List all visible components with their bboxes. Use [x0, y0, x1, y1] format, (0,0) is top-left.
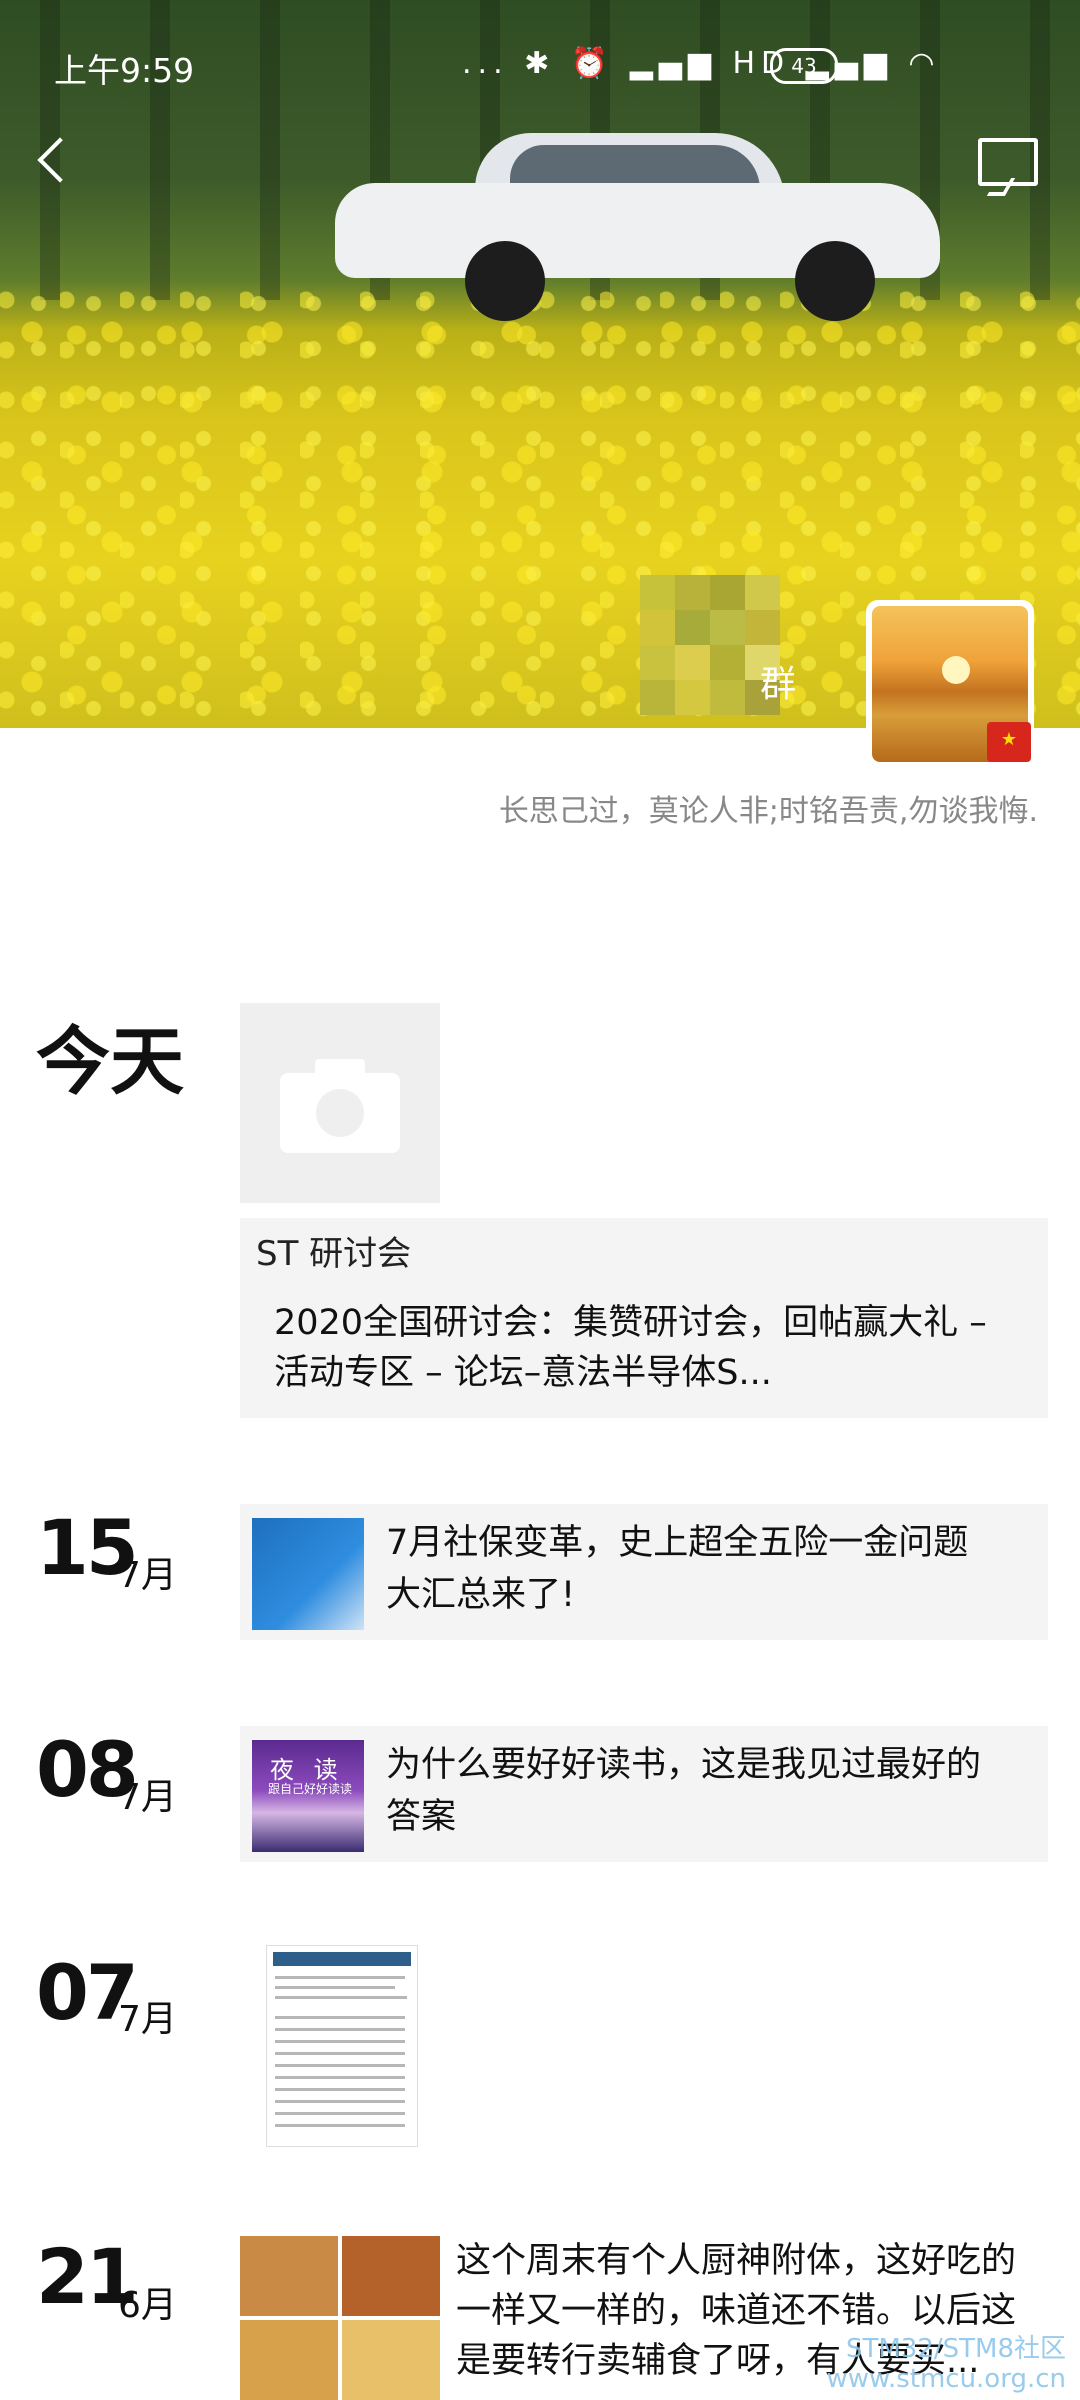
back-icon[interactable] [36, 130, 76, 190]
status-bar: 上午9:59 ... ✱ ⏰ ▂▄▆ HD ▂▄▆ ◠ 43 [0, 36, 1080, 96]
photo-thumbnail[interactable] [342, 2236, 440, 2316]
post-text-line-1: 为什么要好好读书，这是我见过最好的 [386, 1745, 982, 1785]
post-text-line-2: 一样又一样的，味道还不错。以后这 [456, 2291, 1017, 2331]
timeline-month: 6月 [118, 2285, 177, 2326]
post-text-line-2: 大汇总来了! [386, 1575, 576, 1615]
timeline-month: 7月 [118, 1999, 177, 2040]
card-text-line-1: 2020全国研讨会：集赞研讨会，回帖赢大礼 – [274, 1303, 987, 1343]
watermark-line-2: www.stmcu.org.cn [826, 2364, 1066, 2394]
photo-thumbnail[interactable] [342, 2320, 440, 2400]
status-icons: ... ✱ ⏰ ▂▄▆ HD ▂▄▆ ◠ [462, 46, 941, 81]
document-thumbnail[interactable] [266, 1945, 418, 2147]
card-title: ST 研讨会 [256, 1234, 412, 1274]
card-text-line-2: 活动专区 – 论坛–意法半导体S... [274, 1353, 772, 1393]
watermark-line-1: STM32/STM8社区 [845, 2334, 1066, 2364]
camera-icon[interactable] [240, 1003, 440, 1203]
china-flag-icon: ★ [987, 722, 1031, 762]
thumb-subtitle: 跟自己好好读读 [268, 1782, 353, 1796]
message-icon[interactable] [978, 138, 1038, 186]
photo-grid[interactable] [240, 2236, 440, 2400]
photo-thumbnail[interactable] [240, 2236, 338, 2316]
nickname: 群 [760, 664, 797, 705]
blurred-avatar-mosaic [640, 575, 780, 715]
timeline-date-today: 今天 [36, 1019, 184, 1105]
post-text-line-1: 这个周末有个人厨神附体，这好吃的 [456, 2241, 1017, 2281]
post-text-line-2: 答案 [386, 1797, 457, 1837]
site-watermark: STM32/STM8社区 www.stmcu.org.cn [827, 2334, 1066, 2394]
photo-thumbnail[interactable] [240, 2320, 338, 2400]
post-thumbnail [252, 1518, 364, 1630]
profile-signature: 长思己过，莫论人非;时铭吾责,勿谈我悔. [498, 794, 1038, 829]
post-text-line-1: 7月社保变革，史上超全五险一金问题 [386, 1523, 969, 1563]
timeline-month: 7月 [118, 1777, 177, 1818]
post-thumbnail: 夜 读 跟自己好好读读 [252, 1740, 364, 1852]
cover-car [335, 133, 940, 321]
status-time: 上午9:59 [54, 51, 195, 90]
battery-icon: 43 [770, 48, 838, 84]
timeline-month: 7月 [118, 1555, 177, 1596]
